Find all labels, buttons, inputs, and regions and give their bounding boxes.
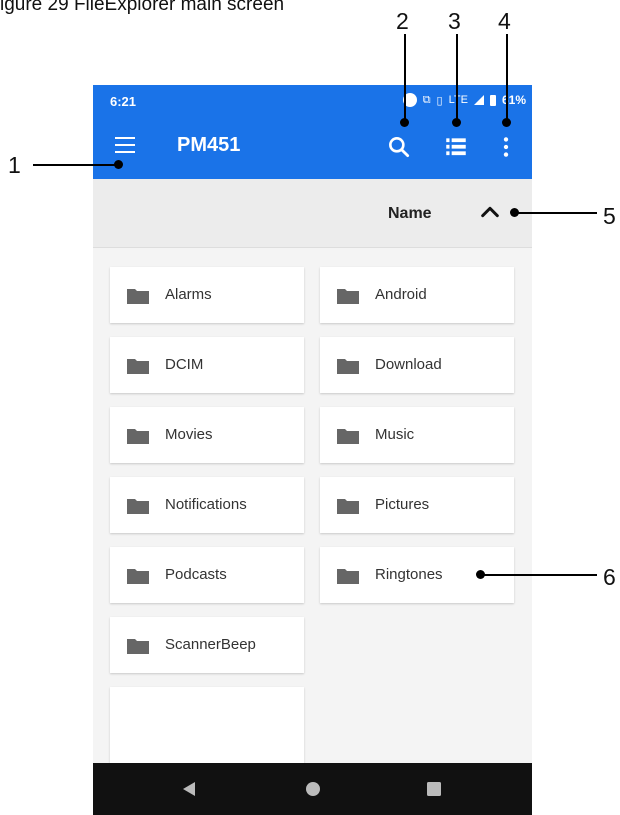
folder-tile-scannerbeep[interactable]: ScannerBeep xyxy=(110,617,304,673)
folder-tile-music[interactable]: Music xyxy=(320,407,514,463)
leader-dot-2 xyxy=(400,118,409,127)
recents-icon[interactable] xyxy=(424,779,444,799)
leader-line-3 xyxy=(456,34,458,122)
folder-name: Movies xyxy=(165,426,213,443)
folder-name: Ringtones xyxy=(375,566,443,583)
leader-dot-4 xyxy=(502,118,511,127)
system-nav-bar xyxy=(93,763,532,815)
figure-caption: igure 29 FileExplorer main screen xyxy=(0,0,285,15)
folder-name: Alarms xyxy=(165,286,212,303)
callout-1: 1 xyxy=(8,152,21,178)
search-icon[interactable] xyxy=(386,134,412,160)
leader-line-1 xyxy=(33,164,119,166)
sort-by-label[interactable]: Name xyxy=(388,205,432,223)
folder-tile-dcim[interactable]: DCIM xyxy=(110,337,304,393)
leader-dot-3 xyxy=(452,118,461,127)
sort-bar: Name xyxy=(93,179,532,248)
phone-screen: 6:21 ⧉ ▯ LTE 61% PM451 Name Alarms Andro… xyxy=(93,85,532,815)
app-title: PM451 xyxy=(177,134,241,156)
callout-5: 5 xyxy=(603,203,616,229)
folder-icon xyxy=(127,359,149,374)
battery-icon xyxy=(489,94,496,106)
folder-icon xyxy=(337,499,359,514)
scanner-icon: ⧉ xyxy=(422,93,431,106)
folder-name: ScannerBeep xyxy=(165,636,256,653)
home-icon[interactable] xyxy=(303,779,323,799)
folder-name: Podcasts xyxy=(165,566,227,583)
more-vert-icon[interactable] xyxy=(493,134,519,160)
folder-tile-alarms[interactable]: Alarms xyxy=(110,267,304,323)
folder-name: Pictures xyxy=(375,496,430,513)
back-icon[interactable] xyxy=(179,779,199,799)
menu-icon[interactable] xyxy=(115,137,135,153)
folder-icon xyxy=(127,429,149,444)
folder-tile-android[interactable]: Android xyxy=(320,267,514,323)
list-view-icon[interactable] xyxy=(443,134,469,160)
signal-icon xyxy=(473,95,484,105)
folder-name: Music xyxy=(375,426,415,443)
leader-dot-1 xyxy=(114,160,123,169)
folder-icon xyxy=(337,359,359,374)
app-bar: PM451 xyxy=(93,115,532,179)
folder-tile-download[interactable]: Download xyxy=(320,337,514,393)
chevron-up-icon[interactable] xyxy=(477,201,503,223)
leader-line-2 xyxy=(404,34,406,122)
folder-icon xyxy=(337,289,359,304)
callout-3: 3 xyxy=(448,8,461,34)
folder-name: DCIM xyxy=(165,356,204,373)
folder-name: Download xyxy=(375,356,442,373)
folder-icon xyxy=(127,569,149,584)
folder-tile-pictures[interactable]: Pictures xyxy=(320,477,514,533)
leader-dot-5 xyxy=(510,208,519,217)
vibrate-icon: ▯ xyxy=(436,94,443,107)
leader-line-4 xyxy=(506,34,508,122)
callout-6: 6 xyxy=(603,564,616,590)
folder-name: Notifications xyxy=(165,496,247,513)
folder-icon xyxy=(337,569,359,584)
callout-4: 4 xyxy=(498,8,511,34)
folder-icon xyxy=(127,289,149,304)
network-type: LTE xyxy=(448,94,468,106)
callout-2: 2 xyxy=(396,8,409,34)
status-bar: 6:21 ⧉ ▯ LTE 61% xyxy=(93,85,532,115)
folder-icon xyxy=(337,429,359,444)
folder-icon xyxy=(127,499,149,514)
folder-tile-notifications[interactable]: Notifications xyxy=(110,477,304,533)
folder-icon xyxy=(127,639,149,654)
leader-line-5 xyxy=(514,212,597,214)
status-time: 6:21 xyxy=(110,94,137,109)
folder-tile-podcasts[interactable]: Podcasts xyxy=(110,547,304,603)
folder-name: Android xyxy=(375,286,427,303)
leader-line-6 xyxy=(480,574,597,576)
leader-dot-6 xyxy=(476,570,485,579)
folder-tile-movies[interactable]: Movies xyxy=(110,407,304,463)
